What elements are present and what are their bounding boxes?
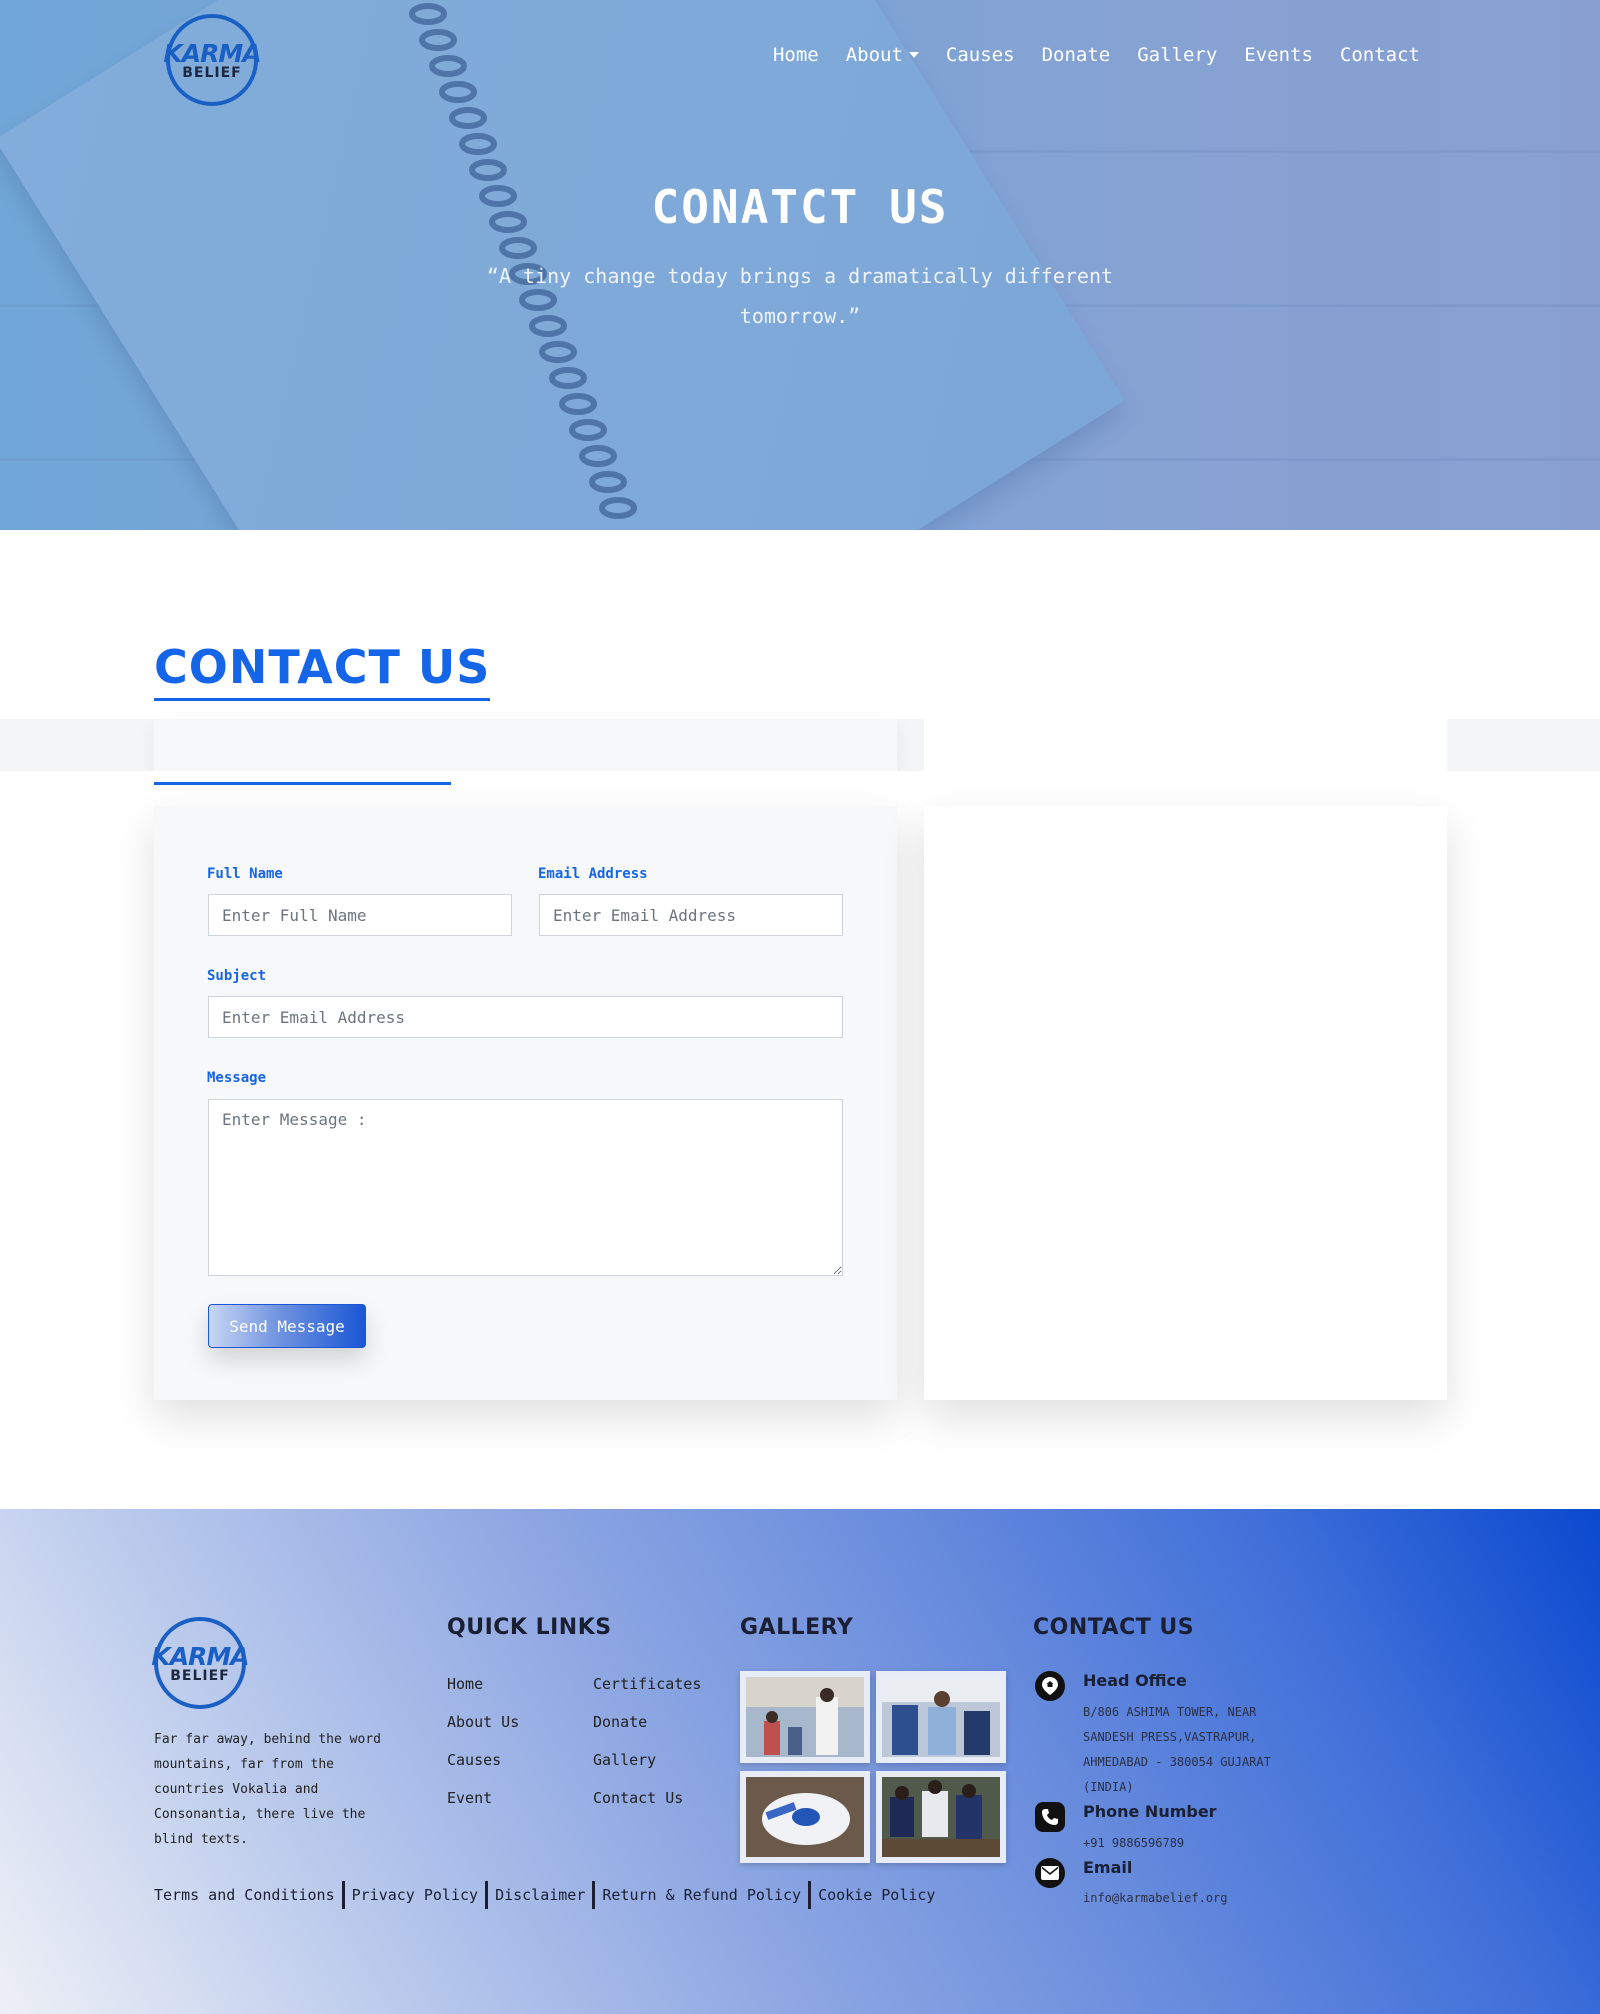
hero-banner: KARMA BELIEF Home About Causes Donate Ga… — [0, 0, 1600, 530]
envelope-icon — [1035, 1858, 1065, 1888]
footer-link-certificates[interactable]: Certificates — [593, 1675, 701, 1693]
legal-disclaimer[interactable]: Disclaimer — [488, 1886, 592, 1904]
email-label: Email Address — [538, 866, 648, 882]
gallery-thumb-4[interactable] — [876, 1771, 1006, 1863]
nav-causes[interactable]: Causes — [946, 44, 1015, 66]
contact-form: Full Name Email Address Subject Message … — [154, 806, 897, 1400]
site-logo[interactable]: KARMA BELIEF — [163, 14, 262, 106]
email-address[interactable]: info@karmabelief.org — [1083, 1886, 1313, 1911]
section-title: CONTACT US — [154, 640, 491, 701]
map-panel[interactable] — [924, 806, 1447, 1400]
footer-link-donate[interactable]: Donate — [593, 1713, 647, 1731]
send-message-button[interactable]: Send Message — [208, 1304, 366, 1348]
footer-link-home[interactable]: Home — [447, 1675, 483, 1693]
section-divider-band — [0, 771, 1600, 806]
gallery-thumb-1[interactable] — [740, 1671, 870, 1763]
hero-quote: “A tiny change today brings a dramatical… — [486, 264, 1114, 328]
legal-refund[interactable]: Return & Refund Policy — [595, 1886, 808, 1904]
legal-links: Terms and Conditions Privacy Policy Disc… — [154, 1881, 942, 1909]
phone-icon — [1035, 1802, 1065, 1832]
phone-number[interactable]: +91 9886596789 — [1083, 1831, 1313, 1856]
head-office-label: Head Office — [1083, 1671, 1187, 1690]
message-textarea[interactable] — [208, 1099, 843, 1276]
footer-link-about-us[interactable]: About Us — [447, 1713, 519, 1731]
logo-text-bottom: BELIEF — [182, 64, 242, 81]
legal-cookie[interactable]: Cookie Policy — [811, 1886, 942, 1904]
location-pin-icon — [1035, 1671, 1065, 1701]
footer-link-event[interactable]: Event — [447, 1789, 492, 1807]
footer-logo[interactable]: KARMA BELIEF — [151, 1617, 250, 1709]
full-name-label: Full Name — [207, 866, 283, 882]
footer-link-gallery[interactable]: Gallery — [593, 1751, 656, 1769]
nav-events[interactable]: Events — [1244, 44, 1313, 66]
gallery-thumb-2[interactable] — [876, 1671, 1006, 1763]
footer-link-causes[interactable]: Causes — [447, 1751, 501, 1769]
phone-label: Phone Number — [1083, 1802, 1217, 1821]
logo-text-top: KARMA — [163, 38, 261, 68]
nav-gallery[interactable]: Gallery — [1137, 44, 1217, 66]
footer-contact-title: CONTACT US — [1033, 1615, 1195, 1640]
caret-down-icon — [908, 52, 919, 58]
email-input[interactable] — [539, 894, 843, 936]
nav-contact[interactable]: Contact — [1340, 44, 1420, 66]
gallery-title: GALLERY — [740, 1615, 854, 1640]
main-nav: Home About Causes Donate Gallery Events … — [773, 44, 1420, 66]
subject-input[interactable] — [208, 996, 843, 1038]
email-label-footer: Email — [1083, 1858, 1133, 1877]
legal-terms[interactable]: Terms and Conditions — [154, 1886, 342, 1904]
head-office-address: B/806 ASHIMA TOWER, NEAR SANDESH PRESS,V… — [1083, 1705, 1271, 1794]
site-footer: KARMA BELIEF Far far away, behind the wo… — [0, 1509, 1600, 2014]
footer-logo-text-top: KARMA — [151, 1641, 249, 1671]
quick-links-title: QUICK LINKS — [447, 1615, 612, 1640]
footer-logo-text-bottom: BELIEF — [170, 1667, 230, 1684]
nav-about-label: About — [845, 44, 903, 66]
title-underline — [154, 782, 451, 785]
nav-home[interactable]: Home — [773, 44, 819, 66]
subject-label: Subject — [207, 968, 267, 984]
nav-about[interactable]: About — [846, 44, 919, 66]
ghost-form-card — [154, 719, 897, 771]
nav-donate[interactable]: Donate — [1042, 44, 1111, 66]
gallery-thumb-3[interactable] — [740, 1771, 870, 1863]
footer-about-text: Far far away, behind the word mountains,… — [154, 1732, 381, 1847]
message-label: Message — [207, 1070, 267, 1086]
legal-privacy[interactable]: Privacy Policy — [345, 1886, 485, 1904]
footer-link-contact-us[interactable]: Contact Us — [593, 1789, 683, 1807]
full-name-input[interactable] — [208, 894, 512, 936]
ghost-map-card — [924, 719, 1447, 771]
hero-title: CONATCT US — [651, 180, 949, 234]
